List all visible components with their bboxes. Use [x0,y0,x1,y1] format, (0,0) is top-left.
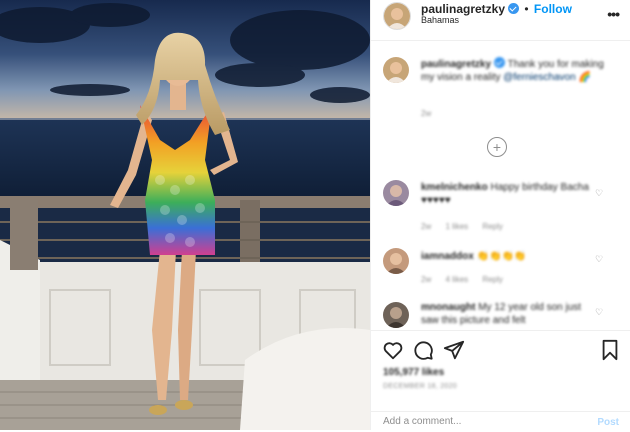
caption-text: paulinagretzky Thank you for making my v… [421,57,616,84]
post-image [0,0,370,430]
share-send-icon[interactable] [443,339,465,361]
comment-avatar[interactable] [383,180,409,206]
comment-text: mnonaught My 12 year old son just saw th… [421,301,601,327]
comment-body: 👏👏👏👏 [476,251,527,262]
caption-time: 2w [421,109,432,118]
comment-like-heart-icon[interactable]: ♡ [595,254,603,265]
comment-text: iamnaddox 👏👏👏👏 [421,250,601,263]
comment-time: 2w [421,275,432,284]
author-avatar[interactable] [383,2,411,30]
comment-reply[interactable]: Reply [482,222,502,231]
caption-mention[interactable]: @fernieschavon [503,72,575,83]
caption-username[interactable]: paulinagretzky [421,59,491,70]
post-actions: 105,977 likes DECEMBER 18, 2020 Post [371,330,630,431]
comment-bubble-icon[interactable] [412,339,434,361]
verified-badge-icon [508,3,520,14]
post-date[interactable]: DECEMBER 18, 2020 [383,383,457,390]
comment-username[interactable]: kmelnichenko [421,182,488,193]
comment-avatar[interactable] [383,248,409,274]
comment-like-heart-icon[interactable]: ♡ [595,188,603,199]
post-photo[interactable] [0,0,370,430]
add-comment-input[interactable] [383,416,563,427]
likes-count[interactable]: 105,977 likes [383,367,444,378]
comment-time: 2w [421,222,432,231]
post-side-panel: paulinagretzky • Follow Bahamas ••• paul… [370,0,630,430]
like-heart-icon[interactable] [382,339,404,361]
comment-username[interactable]: mnonaught [421,302,475,313]
comment-meta: 2w 1 likes Reply [421,222,515,231]
comment-meta: 2w 4 likes Reply [421,275,515,284]
caption-meta: 2w [421,109,443,118]
comment-likes[interactable]: 1 likes [445,222,468,231]
add-comment-bar: Post [371,411,630,432]
caption-emoji: 🌈 [578,72,591,83]
comment-like-heart-icon[interactable]: ♡ [595,307,603,318]
author-username[interactable]: paulinagretzky [421,2,505,16]
comment-username[interactable]: iamnaddox [421,251,474,262]
post-location[interactable]: Bahamas [421,15,459,25]
follow-separator: • [524,2,529,16]
load-more-comments-icon[interactable]: + [487,137,507,157]
comment-reply[interactable]: Reply [482,275,502,284]
comment-text: kmelnichenko Happy birthday Bacha ♥♥♥♥♥ [421,181,601,207]
comment-likes[interactable]: 4 likes [445,275,468,284]
post-header: paulinagretzky • Follow Bahamas ••• [371,0,630,41]
post-comment-button[interactable]: Post [597,417,619,428]
verified-badge-icon [494,57,506,68]
comment-avatar[interactable] [383,302,409,328]
save-bookmark-icon[interactable] [599,339,621,361]
caption-avatar[interactable] [383,57,409,83]
author-username-row: paulinagretzky • Follow [421,2,572,16]
instagram-post-viewer: paulinagretzky • Follow Bahamas ••• paul… [0,0,630,430]
follow-button[interactable]: Follow [534,2,572,16]
more-horizontal-icon[interactable]: ••• [607,6,620,22]
